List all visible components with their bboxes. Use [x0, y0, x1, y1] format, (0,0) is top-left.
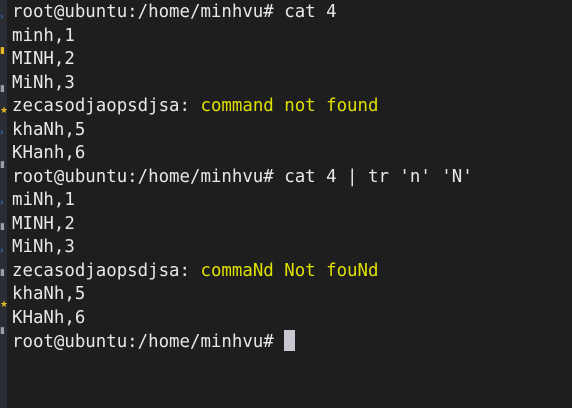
error-prefix: zecasodjaopsdjsa:	[12, 96, 201, 116]
terminal-line: root@ubuntu:/home/minhvu#	[12, 330, 568, 354]
command-text: cat 4	[273, 2, 337, 22]
output-line: khaNh,5	[12, 119, 86, 140]
command-text: cat 4 | tr 'n' 'N'	[273, 166, 473, 187]
chevron-right-icon[interactable]: ›	[0, 198, 7, 208]
folder-icon[interactable]: ▮	[0, 160, 7, 170]
error-message: command not found	[200, 96, 379, 116]
terminal-output[interactable]: root@ubuntu:/home/minhvu# cat 4 minh,1 M…	[12, 1, 568, 406]
chevron-right-icon[interactable]: ›	[0, 128, 7, 138]
cursor-block	[284, 330, 296, 351]
error-line: zecasodjaopsdjsa: command not found	[12, 95, 568, 119]
chevron-right-icon[interactable]: ›	[0, 12, 7, 22]
terminal-line: root@ubuntu:/home/minhvu# cat 4 | tr 'n'…	[12, 166, 568, 190]
star-icon[interactable]: ★	[0, 300, 7, 310]
star-icon[interactable]: ★	[0, 106, 7, 116]
shell-prompt: root@ubuntu:/home/minhvu#	[12, 166, 274, 187]
folder-icon[interactable]: ▮	[0, 84, 7, 94]
folder-icon[interactable]: ▮	[0, 222, 7, 232]
output-line: khaNh,5	[12, 284, 86, 304]
output-line: KHanh,6	[12, 143, 86, 163]
folder-icon[interactable]: ▮	[0, 326, 7, 336]
output-line: MiNh,3	[12, 237, 75, 257]
output-line: KHaNh,6	[12, 307, 86, 328]
output-line: miNh,1	[12, 190, 75, 210]
folder-icon[interactable]: ▮	[0, 268, 7, 278]
folder-icon[interactable]: ▮	[0, 46, 7, 56]
left-side-strip: › ▮ ▮ ★ › ▮ › ▮ › ▮ ★ ▮	[0, 0, 7, 408]
terminal-line: root@ubuntu:/home/minhvu# cat 4	[12, 1, 568, 25]
output-line: MINH,2	[12, 213, 75, 234]
error-prefix: zecasodjaopsdjsa:	[12, 260, 201, 281]
error-message: commaNd Not fouNd	[200, 260, 379, 281]
output-line: MINH,2	[12, 49, 75, 69]
error-line: zecasodjaopsdjsa: commaNd Not fouNd	[12, 260, 568, 284]
shell-prompt: root@ubuntu:/home/minhvu#	[12, 2, 274, 22]
chevron-right-icon[interactable]: ›	[0, 246, 7, 256]
command-input[interactable]	[274, 332, 284, 352]
output-line: minh,1	[12, 25, 75, 46]
shell-prompt: root@ubuntu:/home/minhvu#	[12, 332, 274, 352]
output-line: MiNh,3	[12, 72, 75, 93]
